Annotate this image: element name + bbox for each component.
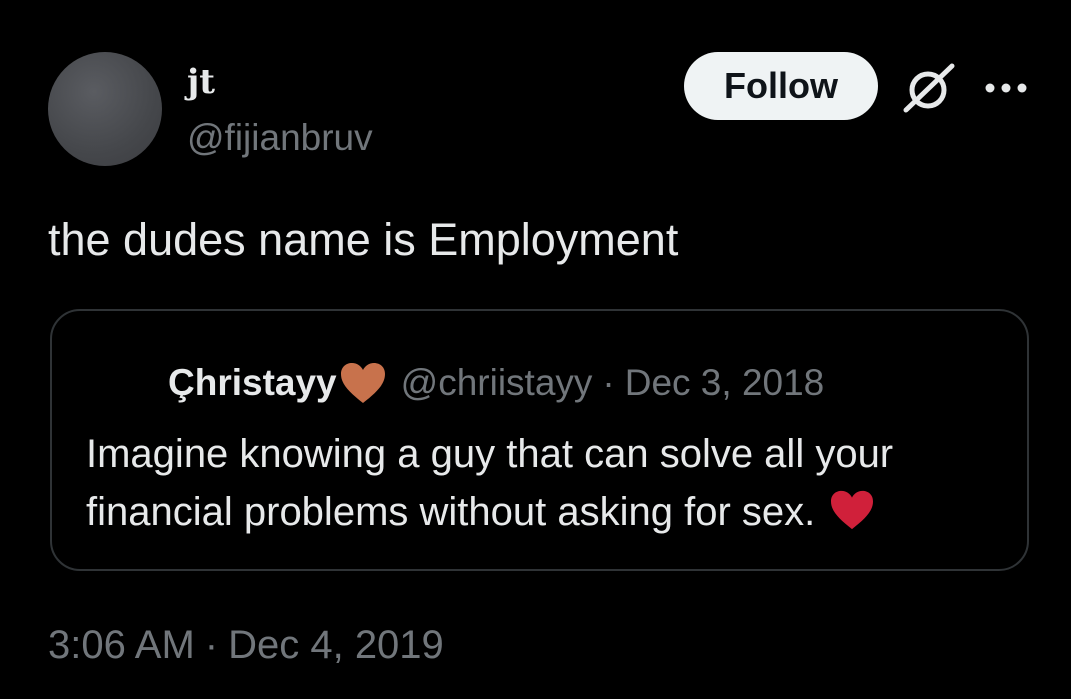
red-heart-icon <box>831 490 874 530</box>
quoted-text-line-content: financial problems without asking for se… <box>86 490 816 534</box>
tweet-date: Dec 4, 2019 <box>228 623 444 667</box>
quoted-separator: · <box>602 362 615 403</box>
quoted-author-name[interactable]: Çhristayy <box>168 362 337 404</box>
follow-button[interactable]: Follow <box>684 52 878 120</box>
author-display-name[interactable]: jt <box>187 62 215 102</box>
timestamp-separator: · <box>204 623 219 667</box>
tweet-text: the dudes name is Employment <box>48 214 679 265</box>
quoted-author-handle[interactable]: @chriistayy <box>401 362 593 404</box>
quoted-tweet-header: Çhristayy @chriistayy · Dec 3, 2018 <box>168 359 824 407</box>
tweet-time: 3:06 AM <box>48 623 195 667</box>
more-icon[interactable] <box>983 78 1029 98</box>
tweet-timestamp[interactable]: 3:06 AM · Dec 4, 2019 <box>48 620 444 670</box>
quoted-tweet-text: Imagine knowing a guy that can solve all… <box>86 425 1006 541</box>
orange-heart-icon <box>340 363 385 403</box>
quoted-date[interactable]: Dec 3, 2018 <box>625 362 825 404</box>
author-handle[interactable]: @fijianbruv <box>187 116 373 160</box>
quoted-text-line: Imagine knowing a guy that can solve all… <box>86 432 894 476</box>
quoted-tweet-card[interactable]: Çhristayy @chriistayy · Dec 3, 2018 Imag… <box>50 309 1029 571</box>
grok-icon[interactable] <box>900 60 956 116</box>
quoted-text-line: financial problems without asking for se… <box>86 483 1006 541</box>
avatar[interactable] <box>48 52 162 166</box>
